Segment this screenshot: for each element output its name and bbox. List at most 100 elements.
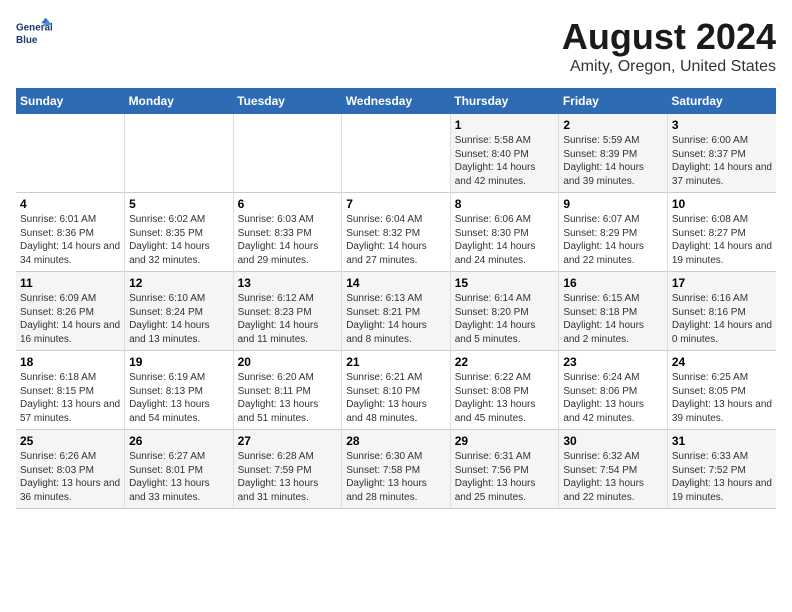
day-number: 10	[672, 197, 772, 211]
calendar-cell: 30 Sunrise: 6:32 AM Sunset: 7:54 PM Dayli…	[559, 430, 668, 509]
day-number: 28	[346, 434, 446, 448]
day-number: 9	[563, 197, 663, 211]
calendar-cell: 7 Sunrise: 6:04 AM Sunset: 8:32 PM Daylig…	[342, 193, 451, 272]
day-of-week-monday: Monday	[125, 88, 234, 114]
day-info: Sunrise: 6:16 AM Sunset: 8:16 PM Dayligh…	[672, 292, 772, 346]
day-number: 15	[455, 276, 555, 290]
day-number: 27	[238, 434, 338, 448]
day-of-week-saturday: Saturday	[667, 88, 776, 114]
day-info: Sunrise: 6:21 AM Sunset: 8:10 PM Dayligh…	[346, 371, 446, 425]
calendar-cell: 16 Sunrise: 6:15 AM Sunset: 8:18 PM Dayli…	[559, 272, 668, 351]
calendar-cell: 14 Sunrise: 6:13 AM Sunset: 8:21 PM Dayli…	[342, 272, 451, 351]
day-number: 30	[563, 434, 663, 448]
day-of-week-sunday: Sunday	[16, 88, 125, 114]
day-of-week-thursday: Thursday	[450, 88, 559, 114]
page-header: General Blue August 2024 Amity, Oregon, …	[16, 16, 776, 76]
day-number: 7	[346, 197, 446, 211]
day-of-week-tuesday: Tuesday	[233, 88, 342, 114]
day-number: 24	[672, 355, 772, 369]
calendar-cell: 13 Sunrise: 6:12 AM Sunset: 8:23 PM Dayli…	[233, 272, 342, 351]
calendar-cell: 23 Sunrise: 6:24 AM Sunset: 8:06 PM Dayli…	[559, 351, 668, 430]
day-info: Sunrise: 6:07 AM Sunset: 8:29 PM Dayligh…	[563, 213, 663, 267]
day-info: Sunrise: 6:14 AM Sunset: 8:20 PM Dayligh…	[455, 292, 555, 346]
calendar-week-row: 25 Sunrise: 6:26 AM Sunset: 8:03 PM Dayli…	[16, 430, 776, 509]
calendar-cell: 25 Sunrise: 6:26 AM Sunset: 8:03 PM Dayli…	[16, 430, 125, 509]
day-info: Sunrise: 6:32 AM Sunset: 7:54 PM Dayligh…	[563, 450, 663, 504]
calendar-cell: 27 Sunrise: 6:28 AM Sunset: 7:59 PM Dayli…	[233, 430, 342, 509]
day-number: 1	[455, 118, 555, 132]
calendar-cell: 4 Sunrise: 6:01 AM Sunset: 8:36 PM Daylig…	[16, 193, 125, 272]
day-of-week-friday: Friday	[559, 88, 668, 114]
day-info: Sunrise: 6:13 AM Sunset: 8:21 PM Dayligh…	[346, 292, 446, 346]
calendar-cell	[233, 114, 342, 193]
day-info: Sunrise: 6:04 AM Sunset: 8:32 PM Dayligh…	[346, 213, 446, 267]
calendar-cell: 8Sunrise: 6:06 AM Sunset: 8:30 PM Daylig…	[450, 193, 559, 272]
day-number: 25	[20, 434, 120, 448]
calendar-cell: 28Sunrise: 6:30 AM Sunset: 7:58 PM Dayli…	[342, 430, 451, 509]
day-number: 18	[20, 355, 120, 369]
calendar-cell: 15 Sunrise: 6:14 AM Sunset: 8:20 PM Dayli…	[450, 272, 559, 351]
day-number: 3	[672, 118, 772, 132]
day-number: 6	[238, 197, 338, 211]
day-info: Sunrise: 6:01 AM Sunset: 8:36 PM Dayligh…	[20, 213, 120, 267]
calendar-cell: 24 Sunrise: 6:25 AM Sunset: 8:05 PM Dayli…	[667, 351, 776, 430]
calendar-cell: 26 Sunrise: 6:27 AM Sunset: 8:01 PM Dayli…	[125, 430, 234, 509]
day-info: Sunrise: 6:22 AM Sunset: 8:08 PM Dayligh…	[455, 371, 555, 425]
calendar-cell: 11 Sunrise: 6:09 AM Sunset: 8:26 PM Dayli…	[16, 272, 125, 351]
day-info: Sunrise: 6:25 AM Sunset: 8:05 PM Dayligh…	[672, 371, 772, 425]
day-info: Sunrise: 6:08 AM Sunset: 8:27 PM Dayligh…	[672, 213, 772, 267]
day-info: Sunrise: 6:28 AM Sunset: 7:59 PM Dayligh…	[238, 450, 338, 504]
day-number: 2	[563, 118, 663, 132]
day-info: Sunrise: 6:33 AM Sunset: 7:52 PM Dayligh…	[672, 450, 772, 504]
calendar-cell: 10 Sunrise: 6:08 AM Sunset: 8:27 PM Dayli…	[667, 193, 776, 272]
logo: General Blue	[16, 16, 52, 52]
day-info: Sunrise: 6:18 AM Sunset: 8:15 PM Dayligh…	[20, 371, 120, 425]
day-number: 23	[563, 355, 663, 369]
calendar-cell: 3Sunrise: 6:00 AM Sunset: 8:37 PM Daylig…	[667, 114, 776, 193]
day-of-week-wednesday: Wednesday	[342, 88, 451, 114]
day-number: 17	[672, 276, 772, 290]
page-title: August 2024	[562, 16, 776, 58]
day-number: 26	[129, 434, 229, 448]
generalblue-logo-icon: General Blue	[16, 16, 52, 52]
day-number: 29	[455, 434, 555, 448]
day-info: Sunrise: 5:58 AM Sunset: 8:40 PM Dayligh…	[455, 134, 555, 188]
day-info: Sunrise: 6:20 AM Sunset: 8:11 PM Dayligh…	[238, 371, 338, 425]
day-number: 16	[563, 276, 663, 290]
calendar-cell: 1 Sunrise: 5:58 AM Sunset: 8:40 PM Daylig…	[450, 114, 559, 193]
day-number: 22	[455, 355, 555, 369]
calendar-cell: 20 Sunrise: 6:20 AM Sunset: 8:11 PM Dayli…	[233, 351, 342, 430]
calendar-cell: 19Sunrise: 6:19 AM Sunset: 8:13 PM Dayli…	[125, 351, 234, 430]
calendar-cell	[125, 114, 234, 193]
day-info: Sunrise: 6:24 AM Sunset: 8:06 PM Dayligh…	[563, 371, 663, 425]
calendar-cell: 5 Sunrise: 6:02 AM Sunset: 8:35 PM Daylig…	[125, 193, 234, 272]
day-info: Sunrise: 6:26 AM Sunset: 8:03 PM Dayligh…	[20, 450, 120, 504]
day-info: Sunrise: 6:02 AM Sunset: 8:35 PM Dayligh…	[129, 213, 229, 267]
calendar-week-row: 11 Sunrise: 6:09 AM Sunset: 8:26 PM Dayli…	[16, 272, 776, 351]
calendar-cell: 21 Sunrise: 6:21 AM Sunset: 8:10 PM Dayli…	[342, 351, 451, 430]
day-number: 4	[20, 197, 120, 211]
day-info: Sunrise: 6:09 AM Sunset: 8:26 PM Dayligh…	[20, 292, 120, 346]
day-number: 11	[20, 276, 120, 290]
day-number: 19	[129, 355, 229, 369]
day-info: Sunrise: 6:12 AM Sunset: 8:23 PM Dayligh…	[238, 292, 338, 346]
calendar-cell: 12Sunrise: 6:10 AM Sunset: 8:24 PM Dayli…	[125, 272, 234, 351]
day-info: Sunrise: 6:15 AM Sunset: 8:18 PM Dayligh…	[563, 292, 663, 346]
day-info: Sunrise: 6:27 AM Sunset: 8:01 PM Dayligh…	[129, 450, 229, 504]
day-number: 14	[346, 276, 446, 290]
calendar-week-row: 1 Sunrise: 5:58 AM Sunset: 8:40 PM Daylig…	[16, 114, 776, 193]
calendar-cell: 22 Sunrise: 6:22 AM Sunset: 8:08 PM Dayli…	[450, 351, 559, 430]
calendar-cell	[16, 114, 125, 193]
svg-text:Blue: Blue	[16, 35, 38, 46]
calendar-cell: 17 Sunrise: 6:16 AM Sunset: 8:16 PM Dayli…	[667, 272, 776, 351]
day-info: Sunrise: 5:59 AM Sunset: 8:39 PM Dayligh…	[563, 134, 663, 188]
day-number: 5	[129, 197, 229, 211]
day-info: Sunrise: 6:10 AM Sunset: 8:24 PM Dayligh…	[129, 292, 229, 346]
calendar-cell	[342, 114, 451, 193]
day-info: Sunrise: 6:06 AM Sunset: 8:30 PM Dayligh…	[455, 213, 555, 267]
title-area: August 2024 Amity, Oregon, United States	[562, 16, 776, 76]
calendar-table: SundayMondayTuesdayWednesdayThursdayFrid…	[16, 88, 776, 509]
day-number: 21	[346, 355, 446, 369]
day-number: 20	[238, 355, 338, 369]
day-number: 13	[238, 276, 338, 290]
